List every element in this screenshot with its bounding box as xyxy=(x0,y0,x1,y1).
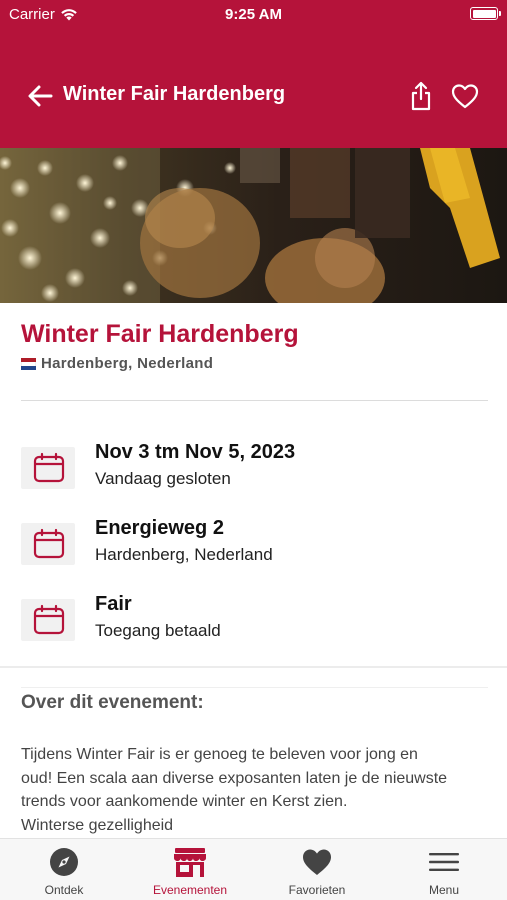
event-title: Winter Fair Hardenberg xyxy=(21,320,299,348)
netherlands-flag-icon xyxy=(21,357,36,370)
about-description: Tijdens Winter Fair is er genoeg te bele… xyxy=(21,743,491,837)
tab-label: Ontdek xyxy=(44,883,84,897)
heart-icon xyxy=(303,849,331,875)
app-header: Carrier 9:25 AM Winter Fair Hardenberg xyxy=(0,0,507,148)
info-row-date: Nov 3 tm Nov 5, 2023 Vandaag gesloten xyxy=(21,441,491,495)
event-dates: Nov 3 tm Nov 5, 2023 xyxy=(95,441,296,463)
about-line: Winterse gezelligheid xyxy=(21,816,174,834)
about-heading: Over dit evenement: xyxy=(21,692,204,713)
event-city: Hardenberg, Nederland xyxy=(95,545,273,564)
battery-icon xyxy=(470,7,501,20)
tab-label: Menu xyxy=(428,883,460,897)
hamburger-menu-icon xyxy=(429,853,459,871)
admission-info: Toegang betaald xyxy=(95,621,221,640)
navigation-bar: Winter Fair Hardenberg xyxy=(0,76,507,116)
clock: 9:25 AM xyxy=(225,6,282,23)
tab-favorieten[interactable]: Favorieten xyxy=(254,839,380,900)
nav-title: Winter Fair Hardenberg xyxy=(63,83,286,105)
store-icon xyxy=(174,848,206,877)
event-street: Energieweg 2 xyxy=(95,517,224,539)
opening-status: Vandaag gesloten xyxy=(95,469,231,488)
event-hero-image xyxy=(0,148,507,303)
compass-icon xyxy=(50,848,78,876)
info-row-address[interactable]: Energieweg 2 Hardenberg, Nederland xyxy=(21,517,491,571)
status-bar: Carrier 9:25 AM xyxy=(0,0,507,28)
info-row-type: Fair Toegang betaald xyxy=(21,593,491,647)
event-location-label: Hardenberg, Nederland xyxy=(41,355,214,372)
about-line: trends voor aankomende winter en Kerst z… xyxy=(21,793,348,810)
event-type: Fair xyxy=(95,593,132,615)
section-separator xyxy=(0,666,507,668)
tab-bar: Ontdek Evenementen Favorieten Menu xyxy=(0,838,507,900)
calendar-icon xyxy=(21,523,75,565)
event-title-block: Winter Fair Hardenberg Hardenberg, Neder… xyxy=(21,320,299,372)
tab-label: Evenementen xyxy=(152,883,228,897)
tab-ontdek[interactable]: Ontdek xyxy=(1,839,127,900)
event-location: Hardenberg, Nederland xyxy=(21,355,299,372)
back-arrow-icon[interactable] xyxy=(26,82,56,110)
favorite-heart-icon[interactable] xyxy=(450,82,480,110)
tab-label: Favorieten xyxy=(288,883,346,897)
about-line: oud! Een scala aan diverse exposanten la… xyxy=(21,769,448,787)
calendar-icon xyxy=(21,599,75,641)
about-line: Tijdens Winter Fair is er genoeg te bele… xyxy=(21,746,418,763)
tab-menu[interactable]: Menu xyxy=(381,839,507,900)
tab-evenementen[interactable]: Evenementen xyxy=(127,839,253,900)
divider xyxy=(21,687,488,688)
divider xyxy=(21,400,488,401)
share-icon[interactable] xyxy=(407,80,435,112)
calendar-icon xyxy=(21,447,75,489)
